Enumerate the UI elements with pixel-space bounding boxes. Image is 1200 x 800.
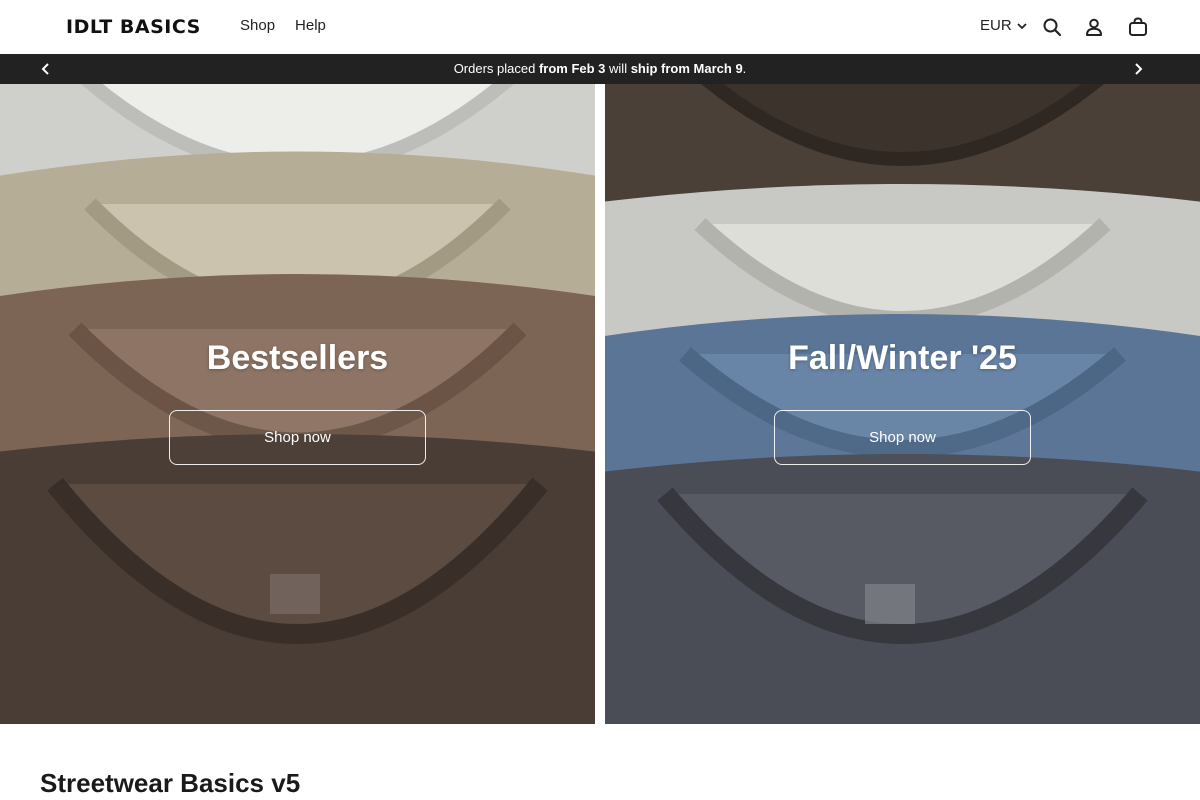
announcement-part: Orders placed bbox=[453, 61, 539, 76]
announcement-text: Orders placed from Feb 3 will ship from … bbox=[0, 54, 1200, 84]
announcement-part: . bbox=[742, 61, 747, 76]
tshirt-stack-image bbox=[0, 84, 595, 724]
shop-now-button-fall-winter[interactable]: Shop now bbox=[774, 410, 1031, 465]
section-title: Streetwear Basics v5 bbox=[40, 768, 301, 798]
logo[interactable]: IDLT BASICS bbox=[66, 16, 201, 38]
nav-shop[interactable]: Shop bbox=[240, 17, 275, 34]
hero-title-bestsellers: Bestsellers bbox=[206, 339, 389, 377]
currency-selector[interactable]: EUR bbox=[980, 17, 1028, 34]
currency-label: EUR bbox=[980, 17, 1012, 34]
nav-help[interactable]: Help bbox=[295, 17, 326, 34]
announcement-date: from Feb 3 bbox=[538, 61, 606, 76]
chevron-right-icon[interactable] bbox=[1130, 61, 1146, 77]
announcement-ship-date: ship from March 9 bbox=[630, 61, 743, 76]
hero-title-fall-winter: Fall/Winter '25 bbox=[788, 339, 1017, 377]
account-icon[interactable] bbox=[1083, 16, 1105, 38]
tshirt-stack-image bbox=[605, 84, 1200, 724]
cart-icon[interactable] bbox=[1127, 16, 1149, 38]
hero-panel-fall-winter[interactable]: Fall/Winter '25 Shop now bbox=[605, 84, 1200, 724]
main-nav: Shop Help bbox=[240, 17, 326, 34]
announcement-part: will bbox=[605, 61, 631, 76]
hero-panel-bestsellers[interactable]: Bestsellers Shop now bbox=[0, 84, 595, 724]
chevron-down-icon bbox=[1017, 22, 1027, 29]
site-header: IDLT BASICS Shop Help EUR bbox=[0, 0, 1200, 54]
announcement-bar: Orders placed from Feb 3 will ship from … bbox=[0, 54, 1200, 84]
search-icon[interactable] bbox=[1041, 16, 1063, 38]
shop-now-button-bestsellers[interactable]: Shop now bbox=[169, 410, 426, 465]
